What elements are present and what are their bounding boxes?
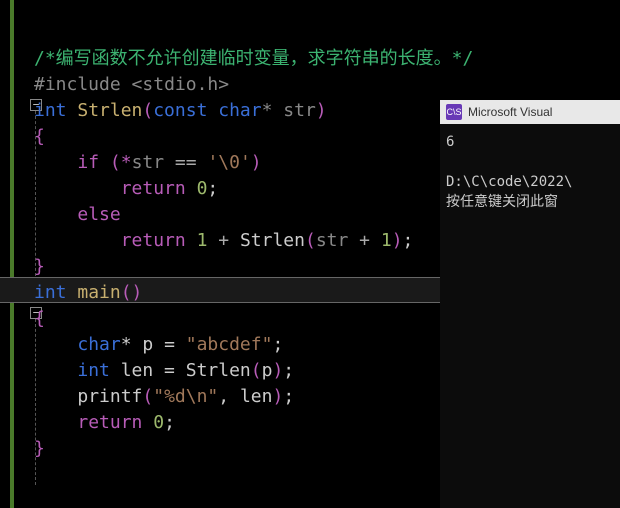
- keyword-if: if: [77, 152, 99, 173]
- visual-studio-icon: C\S: [446, 104, 462, 120]
- console-window[interactable]: 6 D:\C\code\2022\ 按任意键关闭此窗: [440, 124, 620, 508]
- console-title-text: Microsoft Visual: [468, 105, 552, 119]
- console-titlebar[interactable]: C\S Microsoft Visual: [440, 100, 620, 124]
- gutter[interactable]: − −: [14, 0, 34, 508]
- code-area[interactable]: /*编写函数不允许创建临时变量，求字符串的长度。*/ #include <std…: [34, 20, 473, 462]
- console-output: 6 D:\C\code\2022\ 按任意键关闭此窗: [446, 132, 572, 212]
- pp-include: #include: [34, 74, 132, 95]
- keyword-int: int: [34, 100, 67, 121]
- keyword-return: return: [121, 178, 186, 199]
- function-strlen: Strlen: [67, 100, 143, 121]
- keyword-else: else: [77, 204, 120, 225]
- comment: /*编写函数不允许创建临时变量，求字符串的长度。*/: [34, 48, 473, 69]
- function-main: main: [67, 282, 121, 303]
- function-printf: printf: [77, 386, 142, 407]
